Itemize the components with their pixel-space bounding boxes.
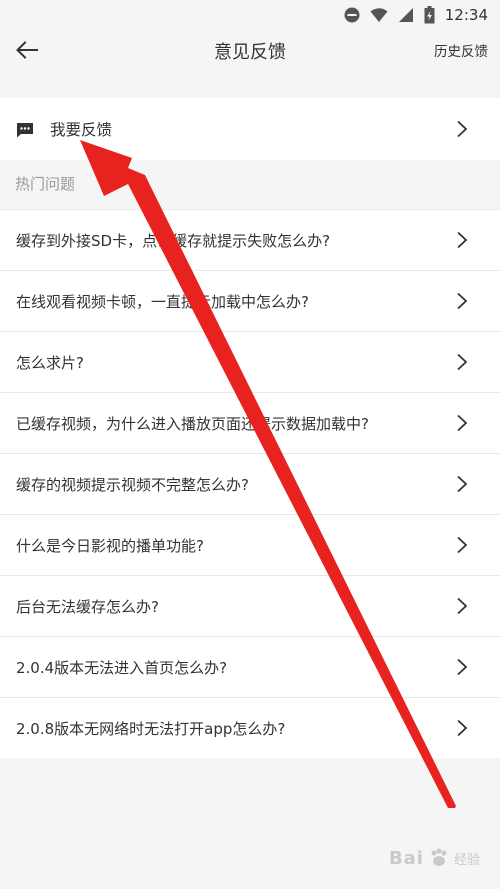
question-item[interactable]: 缓存到外接SD卡，点击缓存就提示失败怎么办?	[0, 209, 500, 271]
chevron-right-icon	[457, 719, 468, 737]
status-icons: 12:34	[344, 5, 488, 25]
question-text: 什么是今日影视的播单功能?	[16, 536, 204, 555]
question-item[interactable]: 2.0.4版本无法进入首页怎么办?	[0, 637, 500, 698]
question-item[interactable]: 后台无法缓存怎么办?	[0, 576, 500, 637]
question-text: 缓存的视频提示视频不完整怎么办?	[16, 475, 249, 494]
history-feedback-button[interactable]: 历史反馈	[434, 40, 488, 60]
watermark-suffix: 经验	[453, 852, 480, 868]
app-bar: 意见反馈 历史反馈	[0, 30, 500, 70]
question-item[interactable]: 在线观看视频卡顿，一直提示加载中怎么办?	[0, 271, 500, 332]
question-text: 怎么求片?	[16, 353, 84, 372]
chevron-right-icon	[457, 658, 468, 676]
chevron-right-icon	[457, 475, 468, 493]
watermark-brand: Bai	[388, 847, 424, 869]
status-time: 12:34	[444, 6, 488, 24]
chevron-right-icon	[457, 292, 468, 310]
chevron-right-icon	[457, 353, 468, 371]
chevron-right-icon	[457, 536, 468, 554]
question-item[interactable]: 缓存的视频提示视频不完整怎么办?	[0, 454, 500, 515]
status-bar: 12:34	[0, 0, 500, 30]
chevron-right-icon	[457, 231, 468, 249]
wifi-icon	[370, 8, 388, 22]
question-item[interactable]: 什么是今日影视的播单功能?	[0, 515, 500, 576]
page-title: 意见反馈	[214, 42, 286, 63]
baidu-watermark: Bai 经验	[389, 847, 480, 869]
question-item[interactable]: 已缓存视频，为什么进入播放页面还提示数据加载中?	[0, 393, 500, 454]
question-text: 缓存到外接SD卡，点击缓存就提示失败怎么办?	[16, 231, 331, 250]
question-text: 后台无法缓存怎么办?	[16, 597, 159, 616]
my-feedback-row[interactable]: 我要反馈	[0, 98, 500, 160]
question-item[interactable]: 怎么求片?	[0, 332, 500, 393]
paw-icon	[431, 848, 447, 866]
signal-icon	[398, 8, 413, 22]
battery-icon	[424, 6, 435, 24]
chevron-right-icon	[457, 597, 468, 615]
question-text: 2.0.4版本无法进入首页怎么办?	[16, 658, 228, 677]
question-text: 在线观看视频卡顿，一直提示加载中怎么办?	[16, 292, 309, 311]
hot-questions-list: 缓存到外接SD卡，点击缓存就提示失败怎么办? 在线观看视频卡顿，一直提示加载中怎…	[0, 209, 500, 758]
hot-questions-header: 热门问题	[15, 175, 76, 193]
question-item[interactable]: 2.0.8版本无网络时无法打开app怎么办?	[0, 698, 500, 758]
do-not-disturb-icon	[344, 7, 360, 23]
question-text: 2.0.8版本无网络时无法打开app怎么办?	[16, 719, 286, 738]
question-text: 已缓存视频，为什么进入播放页面还提示数据加载中?	[16, 414, 369, 433]
chevron-right-icon	[457, 120, 468, 138]
my-feedback-label: 我要反馈	[50, 121, 113, 139]
chevron-right-icon	[457, 414, 468, 432]
chat-bubble-icon	[17, 123, 33, 138]
